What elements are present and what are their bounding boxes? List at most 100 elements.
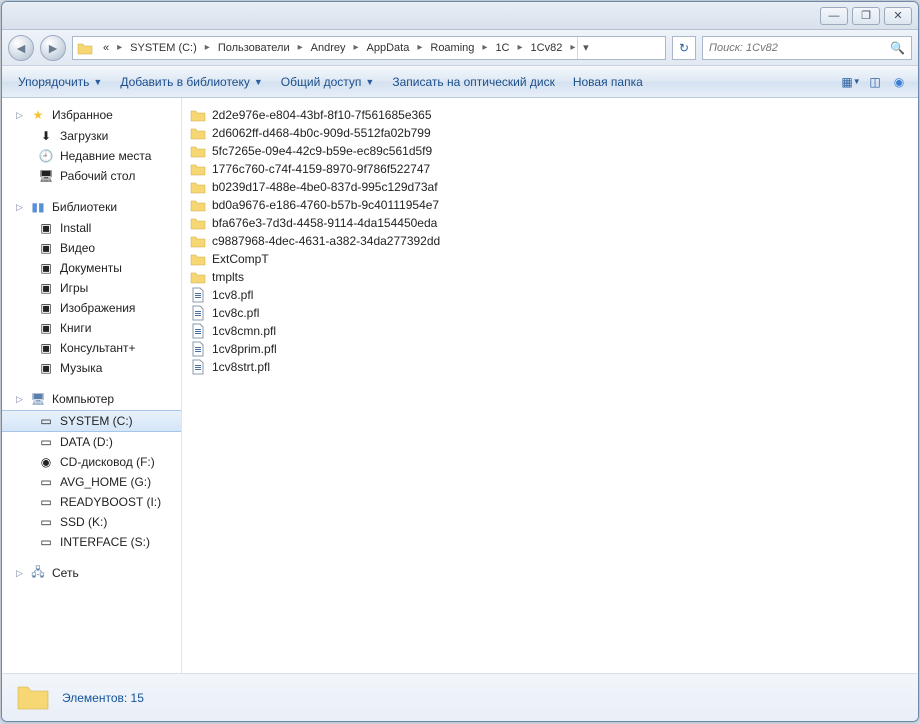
folder-icon <box>190 215 206 231</box>
sidebar-item[interactable]: ▣Видео <box>2 238 181 258</box>
list-item[interactable]: 1cv8c.pfl <box>186 304 914 322</box>
sidebar-item[interactable]: ▣Консультант+ <box>2 338 181 358</box>
chevron-right-icon[interactable]: ▸ <box>568 42 577 53</box>
sidebar-item-label: Изображения <box>60 301 135 315</box>
sidebar-item[interactable]: 🕘Недавние места <box>2 146 181 166</box>
list-item[interactable]: 1cv8prim.pfl <box>186 340 914 358</box>
sidebar-item[interactable]: ▣Игры <box>2 278 181 298</box>
list-item[interactable]: 1cv8.pfl <box>186 286 914 304</box>
sidebar-item-label: Install <box>60 221 91 235</box>
folder-icon <box>190 251 206 267</box>
preview-pane-icon[interactable]: ◫ <box>864 71 886 93</box>
sidebar-item[interactable]: ◉CD-дисковод (F:) <box>2 452 181 472</box>
chevron-right-icon[interactable]: ▸ <box>415 42 424 53</box>
chevron-right-icon[interactable]: ▸ <box>480 42 489 53</box>
list-item[interactable]: ExtCompT <box>186 250 914 268</box>
list-item[interactable]: 5fc7265e-09e4-42c9-b59e-ec89c561d5f9 <box>186 142 914 160</box>
sidebar-item[interactable]: ▭SSD (K:) <box>2 512 181 532</box>
new-folder-button[interactable]: Новая папка <box>565 71 651 93</box>
sidebar-item[interactable]: ▭READYBOOST (I:) <box>2 492 181 512</box>
sidebar-item-label: DATA (D:) <box>60 435 113 449</box>
list-item[interactable]: bd0a9676-e186-4760-b57b-9c40111954e7 <box>186 196 914 214</box>
list-item[interactable]: 1cv8strt.pfl <box>186 358 914 376</box>
nav-row: ◄ ► «▸SYSTEM (C:)▸Пользователи▸Andrey▸Ap… <box>2 30 918 66</box>
chevron-right-icon[interactable]: ▸ <box>115 42 124 53</box>
sidebar-item[interactable]: ▣Изображения <box>2 298 181 318</box>
file-list[interactable]: 2d2e976e-e804-43bf-8f10-7f561685e3652d60… <box>182 98 918 673</box>
breadcrumb-segment[interactable]: AppData <box>361 37 416 59</box>
item-name: bfa676e3-7d3d-4458-9114-4da154450eda <box>212 216 437 230</box>
back-button[interactable]: ◄ <box>8 35 34 61</box>
refresh-button[interactable]: ↻ <box>672 36 696 60</box>
sidebar-item[interactable]: ▣Книги <box>2 318 181 338</box>
breadcrumb-dropdown[interactable]: ▾ <box>577 37 593 59</box>
sidebar-item[interactable]: 🖥Рабочий стол <box>2 166 181 186</box>
minimize-button[interactable]: — <box>820 7 848 25</box>
sidebar-computer-head[interactable]: ▷ 🖥 Компьютер <box>2 388 181 410</box>
sidebar-item[interactable]: ▭ DATA (D:) <box>2 432 181 452</box>
list-item[interactable]: bfa676e3-7d3d-4458-9114-4da154450eda <box>186 214 914 232</box>
list-item[interactable]: 2d2e976e-e804-43bf-8f10-7f561685e365 <box>186 106 914 124</box>
share-button[interactable]: Общий доступ▼ <box>273 71 383 93</box>
forward-button[interactable]: ► <box>40 35 66 61</box>
sidebar-item[interactable]: ▣ Install <box>2 218 181 238</box>
sidebar-item-label: INTERFACE (S:) <box>60 535 150 549</box>
sidebar-item[interactable]: ▭INTERFACE (S:) <box>2 532 181 552</box>
explorer-window: — ❐ ✕ ◄ ► «▸SYSTEM (C:)▸Пользователи▸And… <box>1 1 919 722</box>
search-box[interactable]: 🔍 <box>702 36 912 60</box>
sidebar-item-label: SYSTEM (C:) <box>60 414 133 428</box>
list-item[interactable]: 1cv8cmn.pfl <box>186 322 914 340</box>
lib-icon: ▣ <box>38 220 54 236</box>
sidebar-item[interactable]: ▣Документы <box>2 258 181 278</box>
breadcrumb-segment[interactable]: 1Cv82 <box>525 37 569 59</box>
sidebar-libraries-head[interactable]: ▷ ▮▮ Библиотеки <box>2 196 181 218</box>
chevron-right-icon[interactable]: ▸ <box>352 42 361 53</box>
add-library-button[interactable]: Добавить в библиотеку▼ <box>112 71 270 93</box>
list-item[interactable]: b0239d17-488e-4be0-837d-995c129d73af <box>186 178 914 196</box>
breadcrumb-segment[interactable]: « <box>97 37 115 59</box>
sidebar-item[interactable]: ⬇Загрузки <box>2 126 181 146</box>
list-item[interactable]: c9887968-4dec-4631-a382-34da277392dd <box>186 232 914 250</box>
sidebar-item-label: CD-дисковод (F:) <box>60 455 155 469</box>
sidebar-item[interactable]: ▭ AVG_HOME (G:) <box>2 472 181 492</box>
lib-icon: ▣ <box>38 260 54 276</box>
chevron-right-icon[interactable]: ▸ <box>516 42 525 53</box>
sidebar-item[interactable]: ▣Музыка <box>2 358 181 378</box>
computer-icon: 🖥 <box>30 391 46 407</box>
list-item[interactable]: tmplts <box>186 268 914 286</box>
folder-icon <box>16 681 50 715</box>
sidebar-item-label: AVG_HOME (G:) <box>60 475 151 489</box>
item-name: 1cv8c.pfl <box>212 306 259 320</box>
chevron-right-icon[interactable]: ▸ <box>203 42 212 53</box>
breadcrumb-segment[interactable]: SYSTEM (C:) <box>124 37 203 59</box>
sidebar-computer-group: ▷ 🖥 Компьютер ▭SYSTEM (C:)▭DATA (D:)◉CD-… <box>2 388 181 552</box>
sidebar-favorites-head[interactable]: ▷ ★ Избранное <box>2 104 181 126</box>
breadcrumb-segment[interactable]: Roaming <box>424 37 480 59</box>
drive-icon: ▭ <box>38 474 54 490</box>
item-name: bd0a9676-e186-4760-b57b-9c40111954e7 <box>212 198 439 212</box>
folder-icon <box>190 269 206 285</box>
lib-icon: ▣ <box>38 320 54 336</box>
chevron-right-icon[interactable]: ▸ <box>296 42 305 53</box>
drive-icon: ▭ <box>38 434 54 450</box>
close-button[interactable]: ✕ <box>884 7 912 25</box>
breadcrumb-segment[interactable]: 1C <box>489 37 515 59</box>
maximize-button[interactable]: ❐ <box>852 7 880 25</box>
help-icon[interactable]: ◉ <box>888 71 910 93</box>
sidebar-item[interactable]: ▭SYSTEM (C:) <box>2 410 181 432</box>
list-item[interactable]: 1776c760-c74f-4159-8970-9f786f522747 <box>186 160 914 178</box>
view-mode-icon[interactable]: ▦ ▼ <box>840 71 862 93</box>
organize-button[interactable]: Упорядочить▼ <box>10 71 110 93</box>
file-icon <box>190 359 206 375</box>
breadcrumb-segment[interactable]: Пользователи <box>212 37 296 59</box>
sidebar-network-head[interactable]: ▷ 🖧 Сеть <box>2 562 181 584</box>
list-item[interactable]: 2d6062ff-d468-4b0c-909d-5512fa02b799 <box>186 124 914 142</box>
search-input[interactable] <box>709 42 890 54</box>
drive-icon: ▭ <box>38 494 54 510</box>
burn-button[interactable]: Записать на оптический диск <box>384 71 563 93</box>
sidebar-item-label: Загрузки <box>60 129 108 143</box>
folder-icon <box>190 161 206 177</box>
breadcrumb-segment[interactable]: Andrey <box>305 37 352 59</box>
breadcrumb[interactable]: «▸SYSTEM (C:)▸Пользователи▸Andrey▸AppDat… <box>72 36 666 60</box>
sidebar-item-label: Игры <box>60 281 88 295</box>
